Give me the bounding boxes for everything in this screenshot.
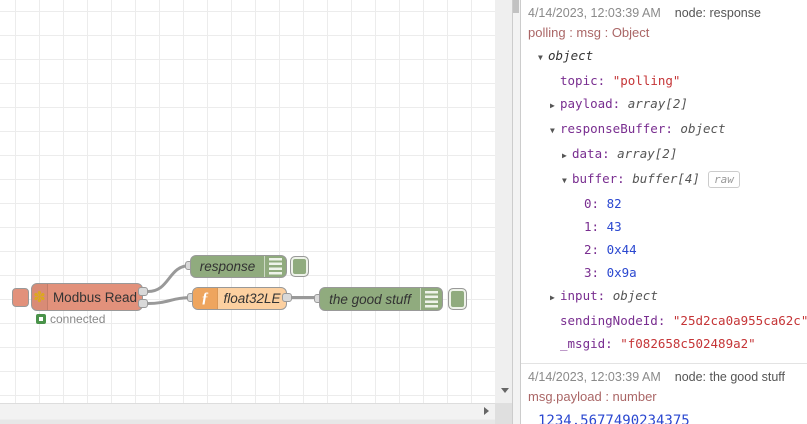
node-label: response xyxy=(199,259,256,274)
raw-toggle-button[interactable]: raw xyxy=(707,171,740,188)
collapse-triangle-icon[interactable]: ▼ xyxy=(562,169,572,192)
object-key: responseBuffer: xyxy=(560,121,681,136)
debug-tree-row: ▶ payload: array[2] xyxy=(528,92,799,117)
debug-message-meta: 4/14/2023, 12:03:39 AM node: response xyxy=(528,4,799,22)
object-value: array[2] xyxy=(617,146,678,161)
modbus-icon: ✽ xyxy=(32,284,48,310)
object-value: object xyxy=(680,121,726,136)
object-value: array[2] xyxy=(627,96,688,111)
debug-message-list: 4/14/2023, 12:03:39 AM node: response poll… xyxy=(521,0,807,424)
node-label: float32LE xyxy=(223,291,281,306)
scroll-down-arrow-icon[interactable] xyxy=(501,388,509,393)
collapse-triangle-icon[interactable]: ▼ xyxy=(538,46,548,69)
debug-tree-row: 2: 0x44 xyxy=(528,238,799,261)
response-debug-toggle-button[interactable] xyxy=(290,256,309,277)
object-value: "polling" xyxy=(612,73,681,88)
bars-icon xyxy=(269,258,282,275)
object-key: 1: xyxy=(584,219,607,234)
object-value: 43 xyxy=(606,219,622,234)
node-label: the good stuff xyxy=(329,291,411,307)
debug-node-name: node: response xyxy=(674,6,761,20)
object-value: 82 xyxy=(606,196,622,211)
debug-message: 4/14/2023, 12:03:39 AM node: the good stu… xyxy=(521,364,807,424)
status-connected-icon xyxy=(36,314,46,324)
object-value: "25d2ca0a955ca62c" xyxy=(672,313,807,328)
modbus-status: connected xyxy=(36,312,105,326)
debug-tree-row: ▶ input: object xyxy=(528,284,799,309)
node-the-good-stuff-debug[interactable]: the good stuff xyxy=(319,287,443,311)
debug-tree-row: 0: 82 xyxy=(528,192,799,215)
expand-triangle-icon[interactable]: ▶ xyxy=(550,94,560,117)
modbus-flower-icon: ✽ xyxy=(33,288,46,306)
object-key: payload: xyxy=(560,96,628,111)
object-key: input: xyxy=(560,288,613,303)
object-key: data: xyxy=(572,146,618,161)
object-key: 3: xyxy=(584,265,607,280)
node-response-debug[interactable]: response xyxy=(190,255,287,278)
debug-tree-row: ▼ buffer: buffer[4] raw xyxy=(528,167,799,192)
node-float32le-function[interactable]: ƒ float32LE xyxy=(192,287,287,310)
sidebar-scrollbar-thumb[interactable] xyxy=(513,0,519,13)
object-key: topic: xyxy=(560,73,613,88)
debug-tree-row: ▼ responseBuffer: object xyxy=(528,117,799,142)
object-key: 2: xyxy=(584,242,607,257)
modbus-read-trigger-button[interactable] xyxy=(12,288,29,307)
wires xyxy=(146,264,321,305)
debug-tree-row: 1: 43 xyxy=(528,215,799,238)
debug-tree-row: topic: "polling" xyxy=(528,69,799,92)
object-key: 0: xyxy=(584,196,607,211)
payload-value: 1234.5677490234375 xyxy=(538,413,690,424)
scrollbar-corner xyxy=(495,403,512,424)
object-key: _msgid: xyxy=(560,336,621,351)
function-icon: ƒ xyxy=(193,288,218,309)
wire-modbus-to-response[interactable] xyxy=(146,264,192,293)
sidebar-separator[interactable] xyxy=(512,0,521,424)
debug-timestamp: 4/14/2023, 12:03:39 AM xyxy=(528,370,661,384)
vertical-scrollbar[interactable] xyxy=(495,0,512,403)
object-value: object xyxy=(612,288,658,303)
object-key: buffer: xyxy=(572,171,633,186)
node-red-editor: ✽ Modbus Read connected response ƒ float… xyxy=(0,0,807,424)
debug-tree-row: sendingNodeId: "25d2ca0a955ca62c" xyxy=(528,309,807,332)
debug-tree-row: ▼ object xyxy=(528,44,799,69)
wire-modbus-to-float32le[interactable] xyxy=(146,296,194,305)
object-value: "f082658c502489a2" xyxy=(620,336,756,351)
debug-node-name: node: the good stuff xyxy=(674,370,786,384)
debug-message: 4/14/2023, 12:03:39 AM node: response poll… xyxy=(521,0,807,364)
goodstuff-debug-toggle-button[interactable] xyxy=(448,288,467,310)
debug-topic-line: msg.payload : number xyxy=(528,389,657,404)
collapse-triangle-icon[interactable]: ▼ xyxy=(550,119,560,142)
expand-triangle-icon[interactable]: ▶ xyxy=(550,286,560,309)
node-modbus-read[interactable]: ✽ Modbus Read xyxy=(31,283,143,311)
object-key: sendingNodeId: xyxy=(560,313,673,328)
status-label: connected xyxy=(50,312,106,326)
float32le-output-port[interactable] xyxy=(282,293,292,302)
debug-timestamp: 4/14/2023, 12:03:39 AM xyxy=(528,6,661,20)
debug-list-icon xyxy=(420,288,442,310)
debug-message-meta: 4/14/2023, 12:03:39 AM node: the good stu… xyxy=(528,368,799,386)
debug-sidebar[interactable]: 4/14/2023, 12:03:39 AM node: response poll… xyxy=(521,0,807,424)
function-f-icon: ƒ xyxy=(201,290,209,306)
scroll-right-arrow-icon[interactable] xyxy=(484,407,489,415)
object-value: object xyxy=(548,48,594,63)
debug-list-icon xyxy=(264,256,286,277)
object-value: buffer[4] xyxy=(632,171,700,186)
expand-triangle-icon[interactable]: ▶ xyxy=(562,144,572,167)
debug-tree-row: ▶ data: array[2] xyxy=(528,142,799,167)
debug-tree-row: _msgid: "f082658c502489a2" xyxy=(528,332,799,355)
modbus-output-port-1[interactable] xyxy=(138,287,148,296)
node-label: Modbus Read xyxy=(52,289,137,305)
debug-topic-line: polling : msg : Object xyxy=(528,25,650,40)
flow-canvas[interactable]: ✽ Modbus Read connected response ƒ float… xyxy=(0,0,495,403)
debug-tree-row: 3: 0x9a xyxy=(528,261,799,284)
object-value: 0x44 xyxy=(606,242,637,257)
horizontal-scrollbar[interactable] xyxy=(0,403,495,424)
modbus-output-port-2[interactable] xyxy=(138,299,148,308)
bars-icon xyxy=(425,290,438,308)
object-value: 0x9a xyxy=(606,265,637,280)
